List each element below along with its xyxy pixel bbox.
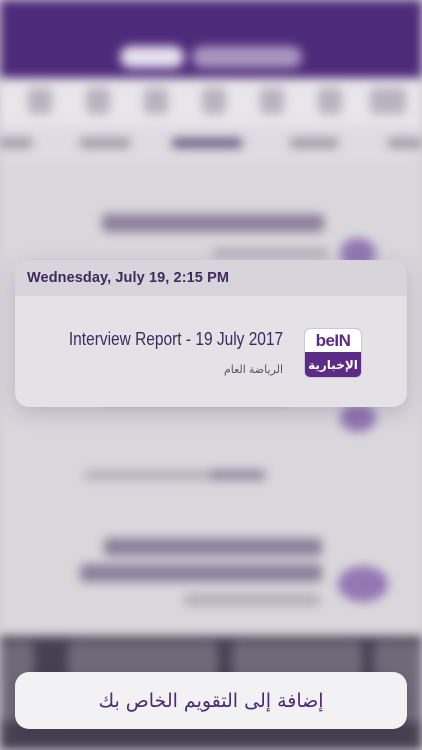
bein-news-logo-icon: beIN الإخبارية xyxy=(304,328,362,378)
background-tabs xyxy=(0,126,422,162)
logo-brand-text: beIN xyxy=(305,329,361,352)
add-to-calendar-button[interactable]: إضافة إلى التقويم الخاص بك xyxy=(15,672,407,729)
add-to-calendar-label: إضافة إلى التقويم الخاص بك xyxy=(98,689,324,712)
background-scores-strip xyxy=(0,78,422,126)
event-date-time: Wednesday, July 19, 2:15 PM xyxy=(27,270,230,286)
calendar-event-preview: Wednesday, July 19, 2:15 PM Interview Re… xyxy=(15,260,407,407)
background-top-bar xyxy=(0,0,422,78)
logo-sub-text: الإخبارية xyxy=(308,357,358,372)
event-category: الرياضة العام xyxy=(223,364,283,376)
event-title: Interview Report - 19 July 2017 xyxy=(68,329,283,349)
preview-header: Wednesday, July 19, 2:15 PM xyxy=(15,260,407,296)
preview-body: Interview Report - 19 July 2017 الرياضة … xyxy=(15,296,407,407)
